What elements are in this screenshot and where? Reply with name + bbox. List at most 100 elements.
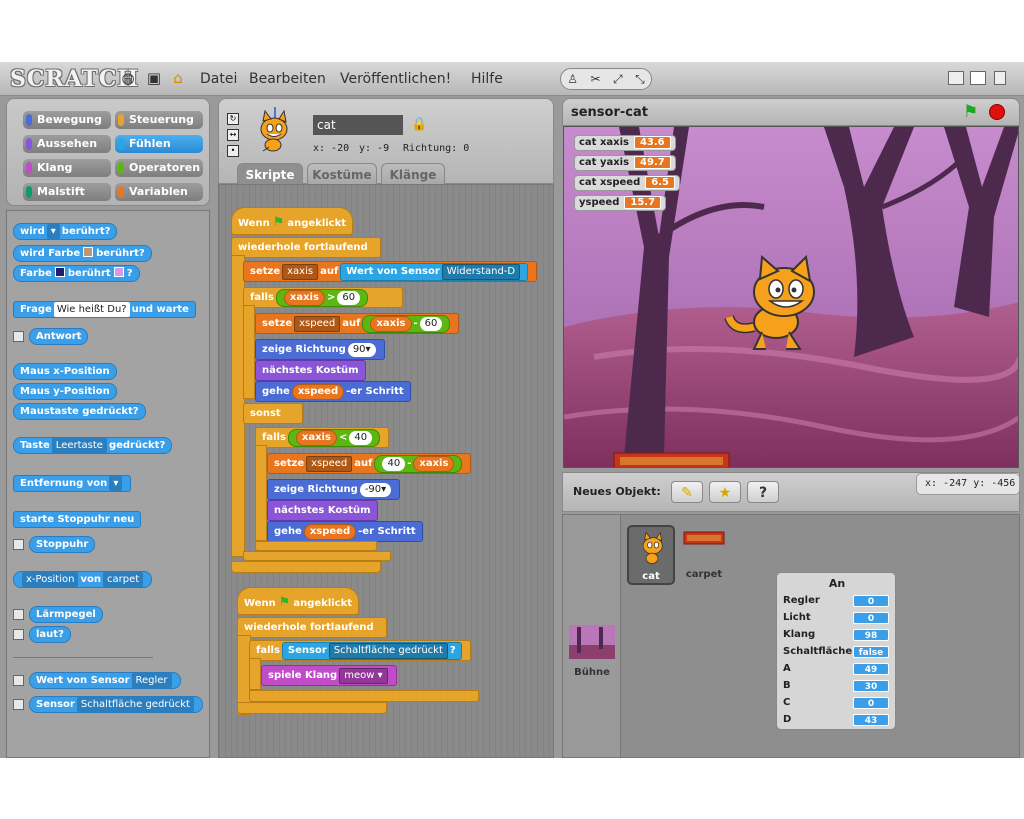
rotate-style-none-icon[interactable]: • bbox=[227, 145, 239, 157]
block-set-variable[interactable]: setze xspeed auf 40- xaxis bbox=[267, 453, 472, 474]
category-looks[interactable]: Aussehen bbox=[23, 135, 111, 153]
reporter-greater-than[interactable]: xaxis >60 bbox=[275, 289, 369, 307]
block-sensor-value[interactable]: Wert von Sensor Regler bbox=[29, 672, 181, 689]
green-flag-icon[interactable]: ⚑ bbox=[963, 102, 978, 122]
category-sensing[interactable]: Fühlen bbox=[115, 135, 203, 153]
small-stage-button[interactable] bbox=[948, 71, 964, 85]
block-loud[interactable]: laut? bbox=[29, 626, 71, 643]
normal-stage-button[interactable] bbox=[970, 71, 986, 85]
sprite-tile-carpet[interactable]: carpet bbox=[681, 531, 727, 591]
block-move-steps[interactable]: gehe xspeed -er Schritt bbox=[255, 381, 411, 402]
monitor-cat-xaxis[interactable]: cat xaxis 43.6 bbox=[574, 135, 676, 151]
block-attribute-of[interactable]: x-Position von carpet bbox=[13, 571, 153, 588]
sensor-checkbox[interactable] bbox=[13, 699, 24, 710]
rotate-style-full-icon[interactable]: ↻ bbox=[227, 113, 239, 125]
block-next-costume[interactable]: nächstes Kostüm bbox=[267, 500, 378, 521]
block-timer[interactable]: Stoppuhr bbox=[29, 536, 96, 553]
category-operators[interactable]: Operatoren bbox=[115, 159, 203, 177]
number-input[interactable]: 40 bbox=[382, 457, 406, 471]
scissors-icon[interactable]: ✂ bbox=[590, 72, 600, 86]
reporter-sensor-pressed[interactable]: Sensor Schaltfläche gedrückt? bbox=[281, 642, 462, 660]
tab-sounds[interactable]: Klänge bbox=[381, 163, 445, 185]
number-input[interactable]: 60 bbox=[337, 291, 361, 305]
block-forever[interactable]: wiederhole fortlaufend bbox=[231, 237, 381, 258]
scripts-area[interactable]: Wenn ⚑ angeklickt wiederhole fortlaufend s… bbox=[218, 184, 554, 758]
sensor-board-monitor[interactable]: An Regler 0 Licht 0 Klang 98 Schaltfläche fa… bbox=[776, 572, 896, 730]
block-mouse-down[interactable]: Maustaste gedrückt? bbox=[13, 403, 146, 420]
variable-dropdown[interactable]: xspeed bbox=[294, 316, 341, 332]
block-set-variable[interactable]: setze xaxis auf Wert von Sensor Widerstand-D bbox=[243, 261, 538, 282]
category-pen[interactable]: Malstift bbox=[23, 183, 111, 201]
block-distance-to[interactable]: Entfernung von ▾ bbox=[13, 475, 132, 492]
sprite-tile-cat[interactable]: cat bbox=[627, 525, 675, 585]
timer-checkbox[interactable] bbox=[13, 539, 24, 550]
block-if-else[interactable]: falls xaxis >60 bbox=[243, 287, 403, 308]
ask-input[interactable]: Wie heißt Du? bbox=[53, 302, 130, 317]
sensor-dropdown[interactable]: Regler bbox=[131, 673, 172, 688]
variable-dropdown[interactable]: xaxis bbox=[282, 264, 319, 280]
block-mouse-y[interactable]: Maus y-Position bbox=[13, 383, 117, 400]
reporter-variable[interactable]: xaxis bbox=[413, 456, 455, 472]
reporter-less-than[interactable]: xaxis <40 bbox=[287, 429, 381, 447]
number-input[interactable]: 60 bbox=[419, 317, 443, 331]
block-if[interactable]: falls xaxis <40 bbox=[255, 427, 390, 448]
reporter-variable[interactable]: xaxis bbox=[295, 430, 337, 446]
object-dropdown[interactable]: carpet bbox=[102, 572, 144, 587]
menu-edit[interactable]: Bearbeiten bbox=[249, 71, 326, 87]
key-dropdown[interactable]: Leertaste bbox=[51, 438, 107, 453]
attribute-dropdown[interactable]: x-Position bbox=[22, 572, 79, 587]
sensor-dropdown[interactable]: Schaltfläche gedrückt bbox=[76, 697, 194, 712]
touching-dropdown[interactable]: ▾ bbox=[46, 224, 60, 239]
direction-input[interactable]: 90▾ bbox=[347, 343, 376, 357]
direction-input[interactable]: -90▾ bbox=[359, 483, 392, 497]
block-set-variable[interactable]: setze xspeed auf xaxis -60 bbox=[255, 313, 460, 334]
paint-sprite-icon[interactable]: ✎ bbox=[671, 481, 703, 503]
sensor-dropdown[interactable]: Widerstand-D bbox=[441, 264, 521, 280]
color-swatch[interactable] bbox=[83, 247, 94, 257]
hat-when-flag-clicked[interactable]: Wenn ⚑ angeklickt bbox=[231, 207, 354, 235]
variable-dropdown[interactable]: xspeed bbox=[306, 456, 353, 472]
menu-help[interactable]: Hilfe bbox=[471, 71, 503, 87]
globe-icon[interactable]: ◍ bbox=[120, 70, 136, 86]
block-move-steps[interactable]: gehe xspeed -er Schritt bbox=[267, 521, 423, 542]
tab-scripts[interactable]: Skripte bbox=[237, 163, 303, 185]
hat-when-flag-clicked[interactable]: Wenn ⚑ angeklickt bbox=[237, 587, 360, 615]
random-sprite-icon[interactable]: ? bbox=[747, 481, 779, 503]
monitor-cat-xspeed[interactable]: cat xspeed 6.5 bbox=[574, 175, 680, 191]
loudness-checkbox[interactable] bbox=[13, 609, 24, 620]
loud-checkbox[interactable] bbox=[13, 629, 24, 640]
sensor-dropdown[interactable]: Schaltfläche gedrückt bbox=[328, 643, 448, 659]
block-key-pressed[interactable]: Taste Leertaste gedrückt? bbox=[13, 437, 173, 454]
reporter-variable[interactable]: xspeed bbox=[291, 384, 345, 400]
block-mouse-x[interactable]: Maus x-Position bbox=[13, 363, 117, 380]
color-swatch[interactable] bbox=[113, 267, 124, 277]
tab-costumes[interactable]: Kostüme bbox=[307, 163, 377, 185]
block-touching[interactable]: wird ▾ berührt? bbox=[13, 223, 118, 240]
category-motion[interactable]: Bewegung bbox=[23, 111, 111, 129]
sensor-value-checkbox[interactable] bbox=[13, 675, 24, 686]
reporter-variable[interactable]: xaxis bbox=[283, 290, 325, 306]
reporter-variable[interactable]: xaxis bbox=[370, 316, 412, 332]
block-play-sound[interactable]: spiele Klang meow ▾ bbox=[261, 665, 397, 686]
block-color-touching-color[interactable]: Farbe berührt? bbox=[13, 265, 140, 282]
block-reset-timer[interactable]: starte Stoppuhr neu bbox=[13, 511, 142, 528]
reporter-subtract[interactable]: xaxis -60 bbox=[362, 315, 451, 333]
block-touching-color[interactable]: wird Farbe berührt? bbox=[13, 245, 152, 262]
menu-share[interactable]: Veröffentlichen! bbox=[340, 71, 451, 87]
presentation-mode-button[interactable] bbox=[994, 71, 1006, 85]
lock-icon[interactable]: 🔒 bbox=[411, 117, 427, 132]
monitor-yspeed[interactable]: yspeed 15.7 bbox=[574, 195, 667, 211]
reporter-sensor-value[interactable]: Wert von Sensor Widerstand-D bbox=[340, 263, 529, 281]
block-loudness[interactable]: Lärmpegel bbox=[29, 606, 103, 623]
sound-dropdown[interactable]: meow ▾ bbox=[339, 668, 388, 684]
block-answer[interactable]: Antwort bbox=[29, 328, 89, 345]
block-if[interactable]: falls Sensor Schaltfläche gedrückt? bbox=[249, 640, 471, 661]
block-sensor-pressed[interactable]: Sensor Schaltfläche gedrückt bbox=[29, 696, 203, 713]
answer-checkbox[interactable] bbox=[13, 331, 24, 342]
choose-sprite-icon[interactable]: ★ bbox=[709, 481, 741, 503]
reporter-variable[interactable]: xspeed bbox=[303, 524, 357, 540]
share-icon[interactable]: ⌂ bbox=[170, 70, 186, 86]
block-point-in-direction[interactable]: zeige Richtung -90▾ bbox=[267, 479, 401, 500]
color-swatch[interactable] bbox=[54, 267, 65, 277]
block-next-costume[interactable]: nächstes Kostüm bbox=[255, 360, 366, 381]
